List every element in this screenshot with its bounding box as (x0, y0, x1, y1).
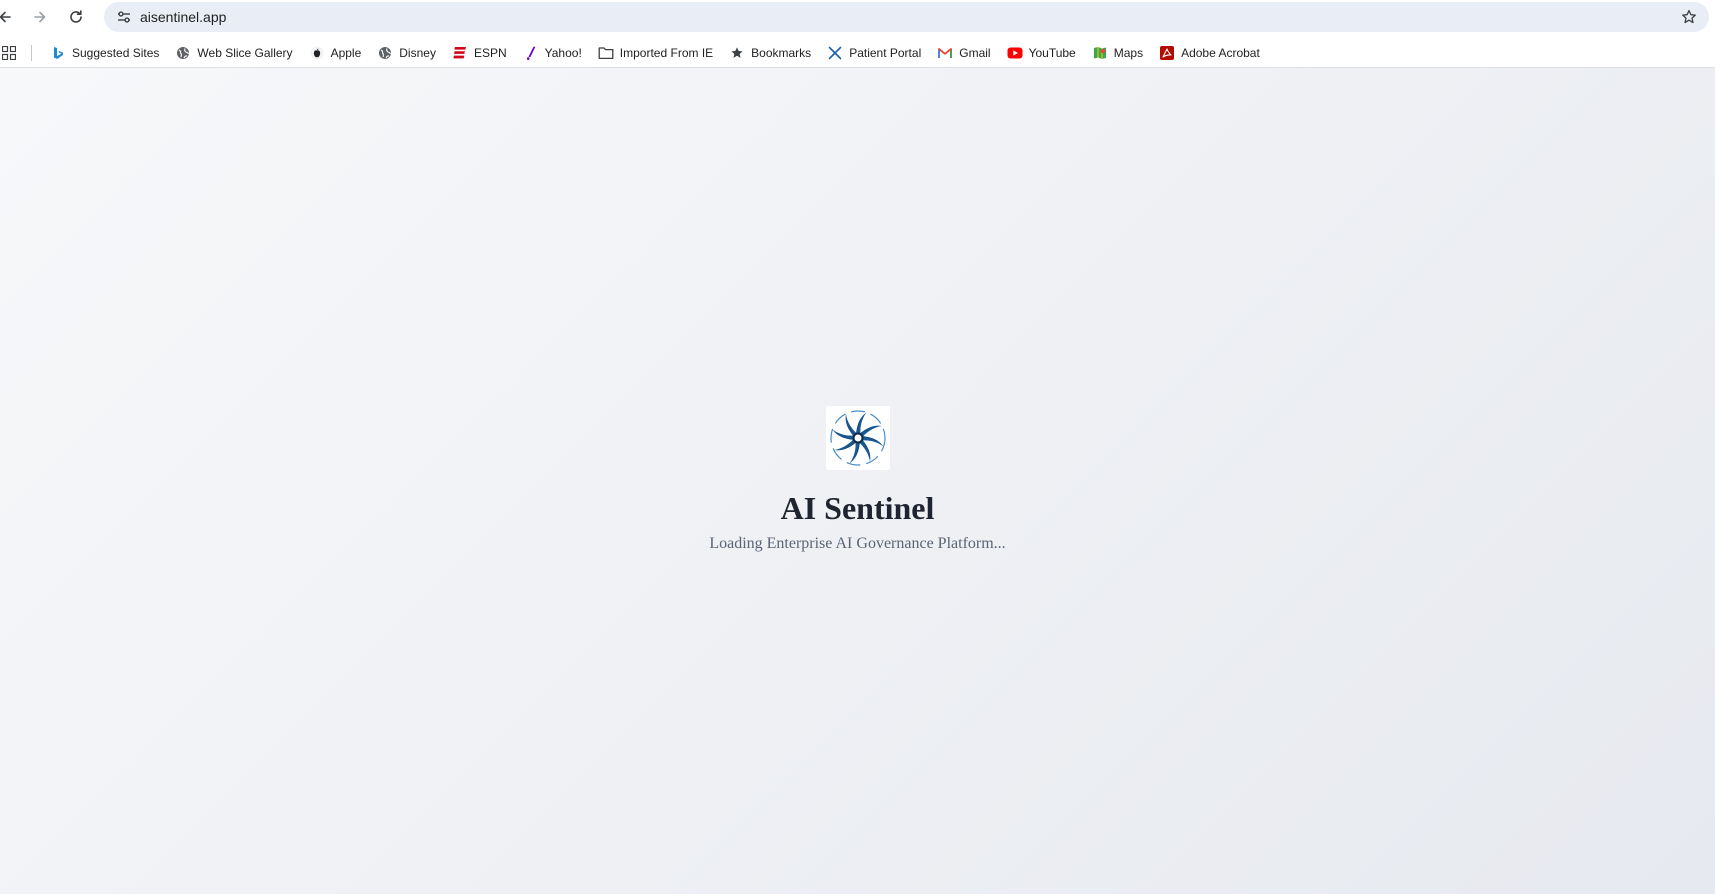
bookmark-espn[interactable]: ESPN (448, 41, 511, 65)
bookmark-maps[interactable]: Maps (1088, 41, 1147, 65)
forward-button[interactable] (27, 4, 53, 30)
bookmark-disney[interactable]: Disney (373, 41, 440, 65)
bookmark-label: Suggested Sites (72, 45, 160, 60)
bing-icon (50, 45, 66, 61)
tune-icon (118, 11, 130, 23)
globe-icon (175, 45, 191, 61)
bookmark-youtube[interactable]: YouTube (1003, 41, 1080, 65)
bookmark-label: Yahoo! (544, 45, 582, 60)
reload-icon (70, 10, 82, 23)
bookmark-label: YouTube (1028, 45, 1076, 60)
gmail-icon (937, 45, 953, 61)
back-arrow-icon (0, 11, 11, 23)
bookmark-label: Web Slice Gallery (197, 45, 293, 60)
bookmark-star-button[interactable] (1679, 7, 1699, 27)
bookmark-label: Gmail (959, 45, 991, 60)
globe-icon (377, 45, 393, 61)
maps-icon (1092, 45, 1108, 61)
youtube-icon (1007, 45, 1023, 61)
loading-message: Loading Enterprise AI Governance Platfor… (709, 535, 1006, 552)
bookmark-label: Bookmarks (751, 45, 812, 60)
apps-grid-icon (2, 45, 16, 60)
loading-screen: AI Sentinel Loading Enterprise AI Govern… (0, 406, 1715, 554)
x-icon (827, 45, 843, 61)
bookmark-web-slice-gallery[interactable]: Web Slice Gallery (171, 41, 296, 65)
bookmarks-bar: Suggested Sites Web Slice Gallery Apple … (0, 38, 1715, 68)
page-content: AI Sentinel Loading Enterprise AI Govern… (0, 68, 1715, 896)
bookmark-apple[interactable]: Apple (305, 41, 366, 65)
bookmark-label: Adobe Acrobat (1181, 45, 1260, 60)
bookmark-label: Apple (330, 45, 362, 60)
bookmark-bookmarks[interactable]: Bookmarks (725, 41, 815, 65)
bookmark-adobe-acrobat[interactable]: Adobe Acrobat (1155, 41, 1264, 65)
forward-arrow-icon (34, 11, 46, 23)
yahoo-icon (523, 45, 539, 61)
bookmark-yahoo[interactable]: Yahoo! (519, 41, 586, 65)
address-bar[interactable]: aisentinel.app (104, 2, 1709, 32)
bookmark-label: Disney (399, 45, 436, 60)
url-text[interactable]: aisentinel.app (140, 9, 226, 25)
folder-icon (598, 45, 614, 61)
browser-toolbar: aisentinel.app (0, 0, 1715, 34)
bookmark-label: Maps (1113, 45, 1144, 60)
site-info-button[interactable] (114, 8, 134, 26)
acrobat-icon (1159, 45, 1175, 61)
bookmark-label: Imported From IE (619, 45, 714, 60)
star-icon (729, 45, 745, 61)
bookmark-suggested-sites[interactable]: Suggested Sites (46, 41, 163, 65)
apps-button[interactable] (1, 45, 17, 61)
ai-sentinel-logo (825, 406, 890, 470)
swirl-logo-icon (829, 410, 886, 466)
bookmarks-divider (31, 44, 32, 61)
bookmark-patient-portal[interactable]: Patient Portal (823, 41, 925, 65)
page-title: AI Sentinel (780, 490, 935, 526)
apple-icon (309, 45, 325, 61)
back-button[interactable] (0, 4, 18, 30)
star-outline-icon (1682, 9, 1696, 24)
bookmark-imported-from-ie[interactable]: Imported From IE (594, 41, 717, 65)
reload-button[interactable] (63, 4, 89, 30)
espn-icon (452, 45, 468, 61)
bookmark-gmail[interactable]: Gmail (933, 41, 994, 65)
bookmark-label: Patient Portal (849, 45, 922, 60)
bookmark-label: ESPN (473, 45, 507, 60)
